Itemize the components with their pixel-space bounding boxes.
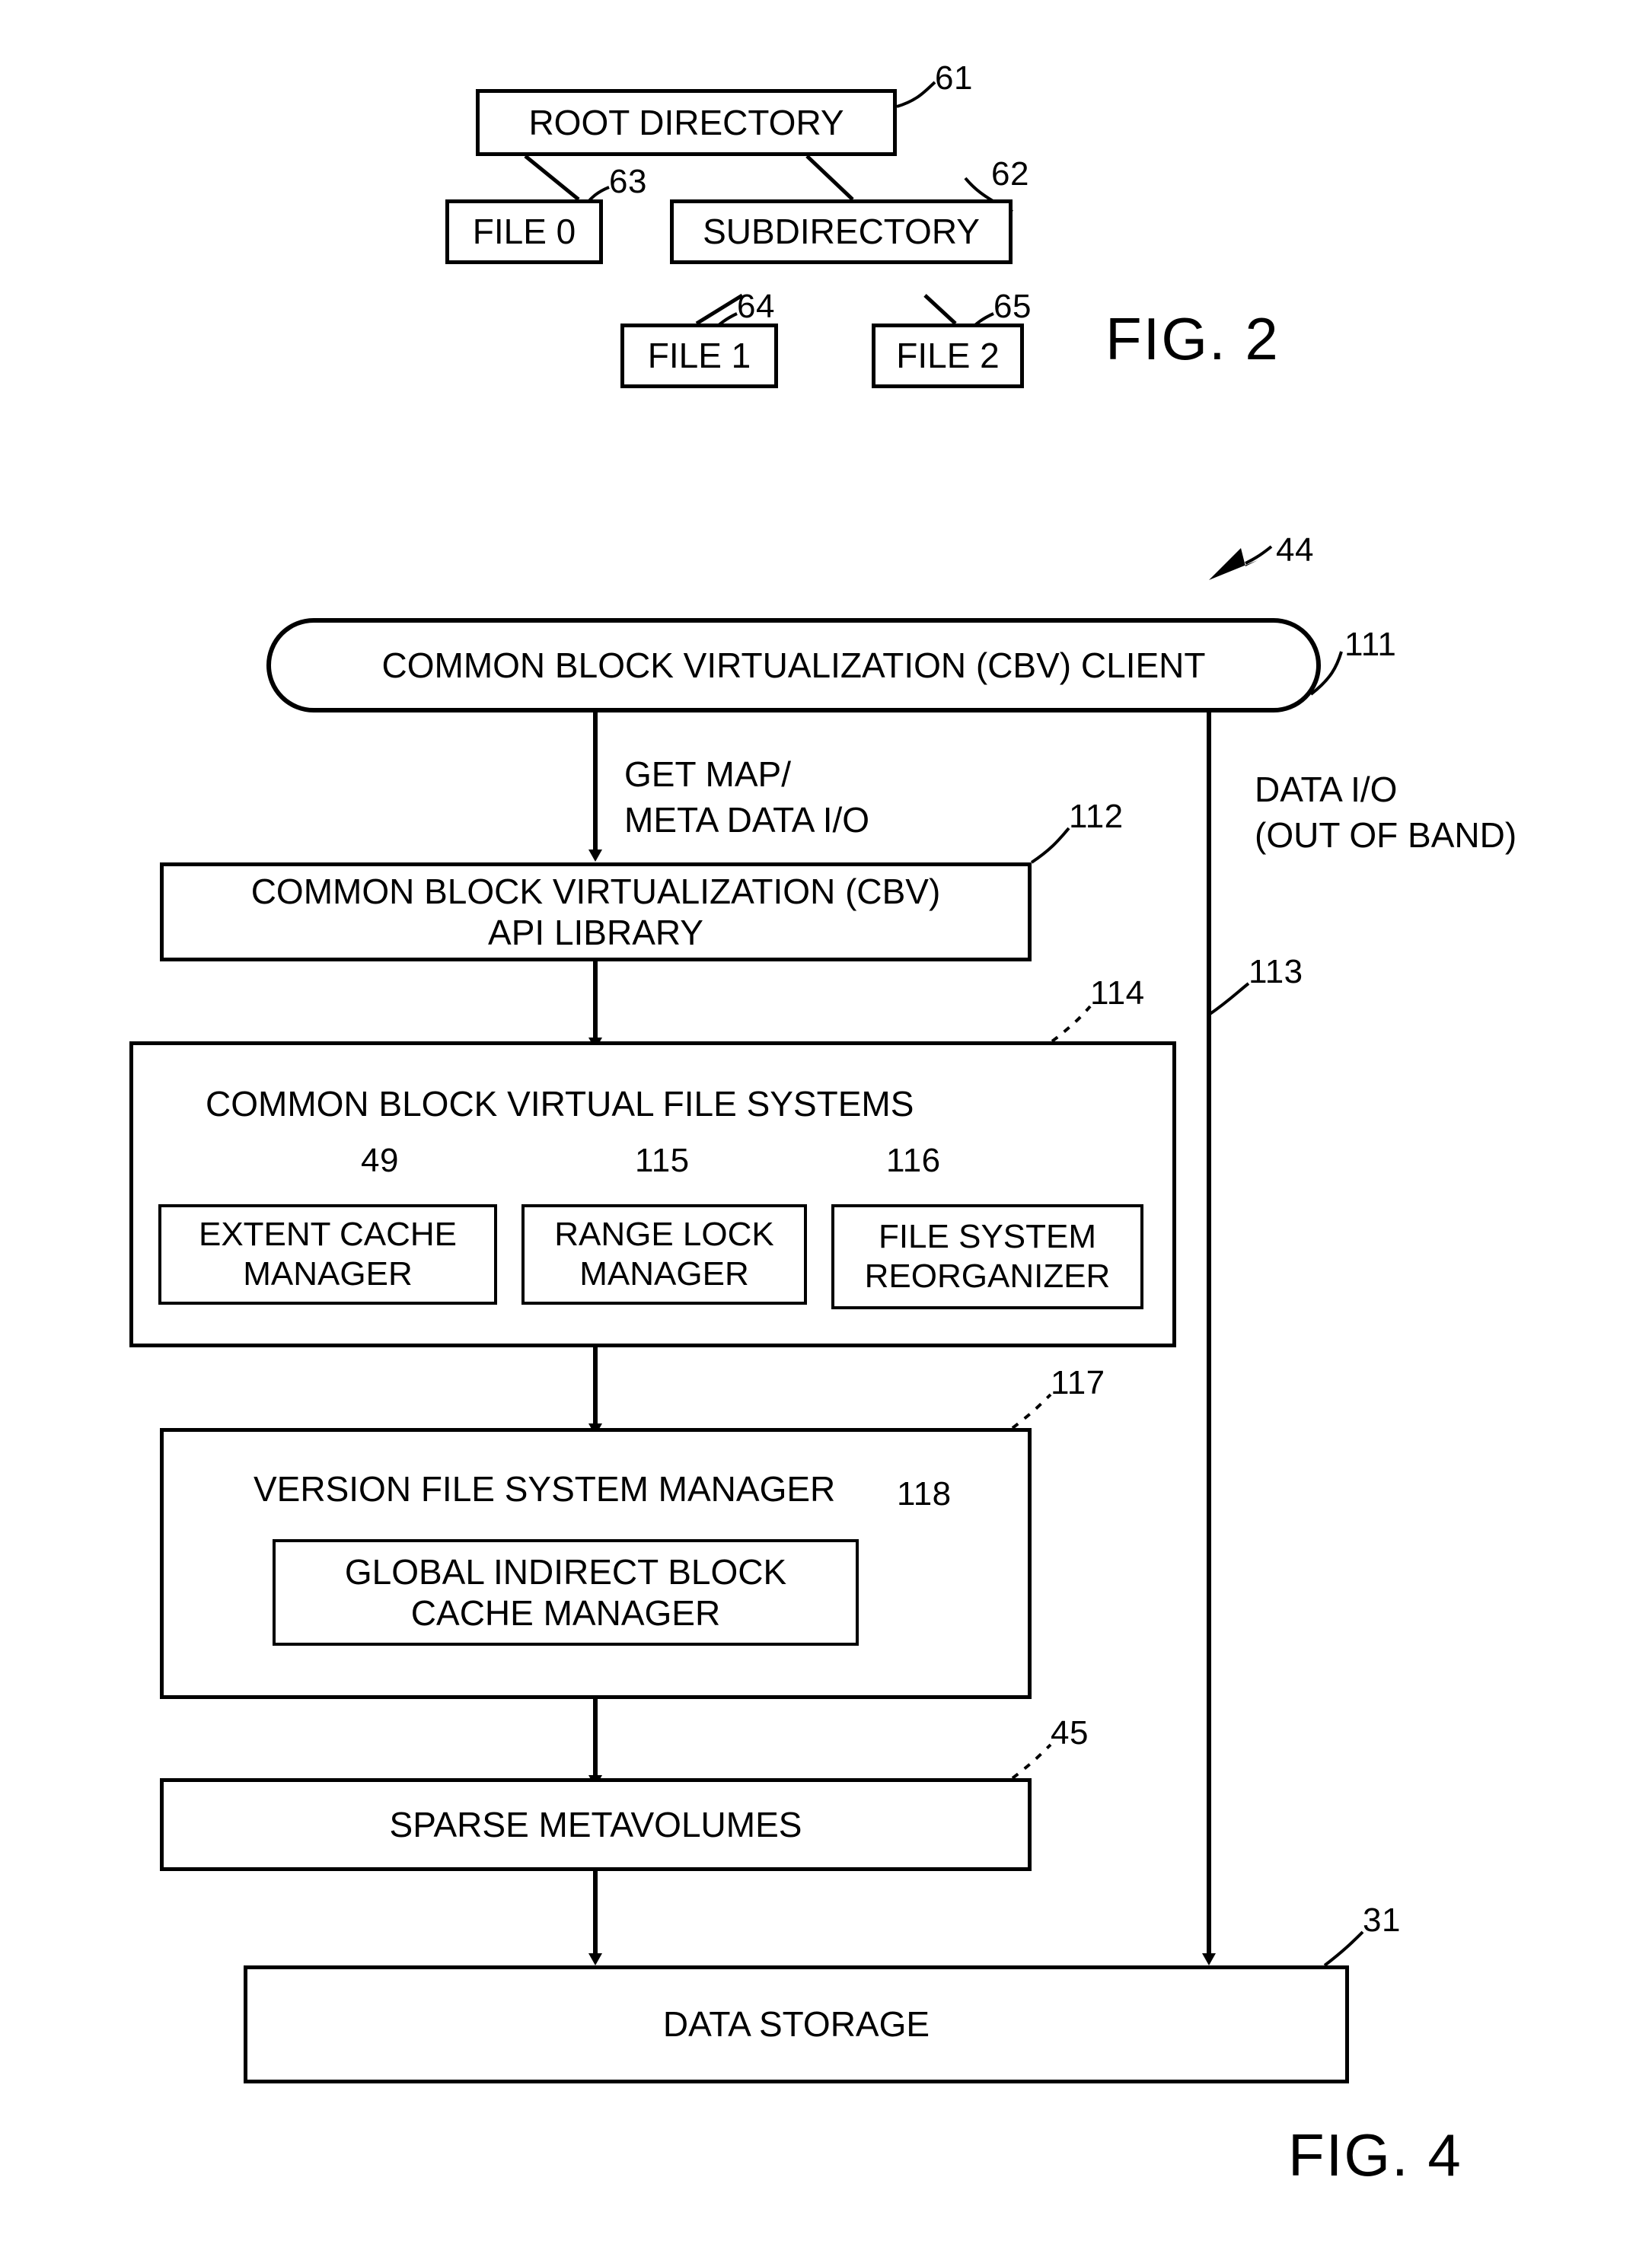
fig2-ref-65: 65 — [993, 288, 1032, 325]
fig4-node-extent-cache-manager[interactable]: EXTENT CACHE MANAGER — [158, 1204, 497, 1305]
fig4-ref-111: 111 — [1344, 626, 1397, 663]
fig4-edge-label-get-map: GET MAP/ META DATA I/O — [624, 752, 869, 843]
fig4-data-storage-label: DATA STORAGE — [662, 2004, 930, 2045]
fig4-range-lock-line2: MANAGER — [579, 1255, 749, 1293]
fig4-ref-117: 117 — [1051, 1364, 1105, 1401]
fig4-fs-reorg-line1: FILE SYSTEM — [878, 1218, 1097, 1256]
fig2-node-root-directory[interactable]: ROOT DIRECTORY — [476, 89, 897, 156]
fig4-node-range-lock-manager[interactable]: RANGE LOCK MANAGER — [521, 1204, 807, 1305]
fig4-cbv-api-line1: COMMON BLOCK VIRTUALIZATION (CBV) — [250, 871, 941, 911]
fig2-node-file-2[interactable]: FILE 2 — [872, 324, 1024, 388]
fig2-file-1-label: FILE 1 — [647, 336, 751, 376]
fig2-file-0-label: FILE 0 — [472, 212, 576, 252]
fig2-ref-63: 63 — [609, 163, 647, 200]
fig2-node-file-1[interactable]: FILE 1 — [620, 324, 778, 388]
fig4-edge-label-data-io: DATA I/O (OUT OF BAND) — [1255, 767, 1516, 859]
fig4-ref-116: 116 — [886, 1142, 941, 1179]
fig2-subdirectory-label: SUBDIRECTORY — [703, 212, 980, 252]
fig4-ref-31: 31 — [1363, 1902, 1401, 1939]
fig4-ref-49: 49 — [361, 1142, 399, 1179]
fig4-node-cbv-api-library[interactable]: COMMON BLOCK VIRTUALIZATION (CBV) API LI… — [160, 862, 1032, 961]
fig4-node-sparse-metavolumes[interactable]: SPARSE METAVOLUMES — [160, 1778, 1032, 1871]
fig2-ref-62: 62 — [991, 155, 1029, 193]
fig2-file-2-label: FILE 2 — [896, 336, 1000, 376]
fig4-extent-cache-line2: MANAGER — [243, 1255, 413, 1293]
fig4-cbv-api-line2: API LIBRARY — [488, 913, 703, 952]
fig4-vfsm-label: VERSION FILE SYSTEM MANAGER — [254, 1469, 836, 1509]
fig4-caption: FIG. 4 — [1288, 2121, 1462, 2188]
fig4-data-io-line1: DATA I/O — [1255, 770, 1398, 809]
fig4-node-file-system-reorganizer[interactable]: FILE SYSTEM REORGANIZER — [831, 1204, 1143, 1309]
fig4-get-map-line1: GET MAP/ — [624, 754, 791, 794]
fig2-ref-61: 61 — [935, 59, 973, 97]
fig2-node-file-0[interactable]: FILE 0 — [445, 199, 603, 264]
fig4-diagram-pointer — [1209, 545, 1273, 580]
fig4-node-cbv-client[interactable]: COMMON BLOCK VIRTUALIZATION (CBV) CLIENT — [266, 618, 1321, 712]
fig4-cbv-client-label: COMMON BLOCK VIRTUALIZATION (CBV) CLIENT — [381, 646, 1206, 685]
fig4-ref-112: 112 — [1069, 798, 1124, 835]
fig4-sparse-metavolumes-label: SPARSE METAVOLUMES — [389, 1804, 802, 1844]
fig4-data-io-line2: (OUT OF BAND) — [1255, 814, 1517, 855]
fig2-node-subdirectory[interactable]: SUBDIRECTORY — [670, 199, 1013, 264]
fig4-cbvfs-label: COMMON BLOCK VIRTUAL FILE SYSTEMS — [206, 1084, 914, 1124]
fig2-ref-64: 64 — [737, 288, 775, 325]
fig4-ref-114: 114 — [1090, 974, 1145, 1012]
fig4-ref-113: 113 — [1249, 953, 1303, 990]
fig4-gib-cache-line1: GLOBAL INDIRECT BLOCK — [344, 1551, 787, 1592]
fig4-fs-reorg-line2: REORGANIZER — [864, 1258, 1111, 1295]
fig4-ref-115: 115 — [635, 1142, 690, 1179]
fig4-range-lock-line1: RANGE LOCK — [554, 1216, 774, 1254]
patent-drawing-sheet: ROOT DIRECTORY 61 FILE 0 63 SUBDIRECTORY… — [0, 0, 1652, 2241]
fig4-node-global-indirect-block-cache-manager[interactable]: GLOBAL INDIRECT BLOCK CACHE MANAGER — [273, 1539, 859, 1646]
fig4-ref-44: 44 — [1276, 531, 1314, 569]
fig4-gib-cache-line2: CACHE MANAGER — [410, 1593, 721, 1633]
fig4-node-data-storage[interactable]: DATA STORAGE — [244, 1965, 1349, 2083]
fig4-ref-118: 118 — [897, 1475, 952, 1513]
fig2-root-directory-label: ROOT DIRECTORY — [528, 102, 844, 142]
fig4-ref-45: 45 — [1051, 1714, 1089, 1752]
fig2-caption: FIG. 2 — [1105, 305, 1280, 372]
fig4-get-map-line2: META DATA I/O — [624, 799, 870, 840]
fig4-extent-cache-line1: EXTENT CACHE — [198, 1216, 458, 1254]
